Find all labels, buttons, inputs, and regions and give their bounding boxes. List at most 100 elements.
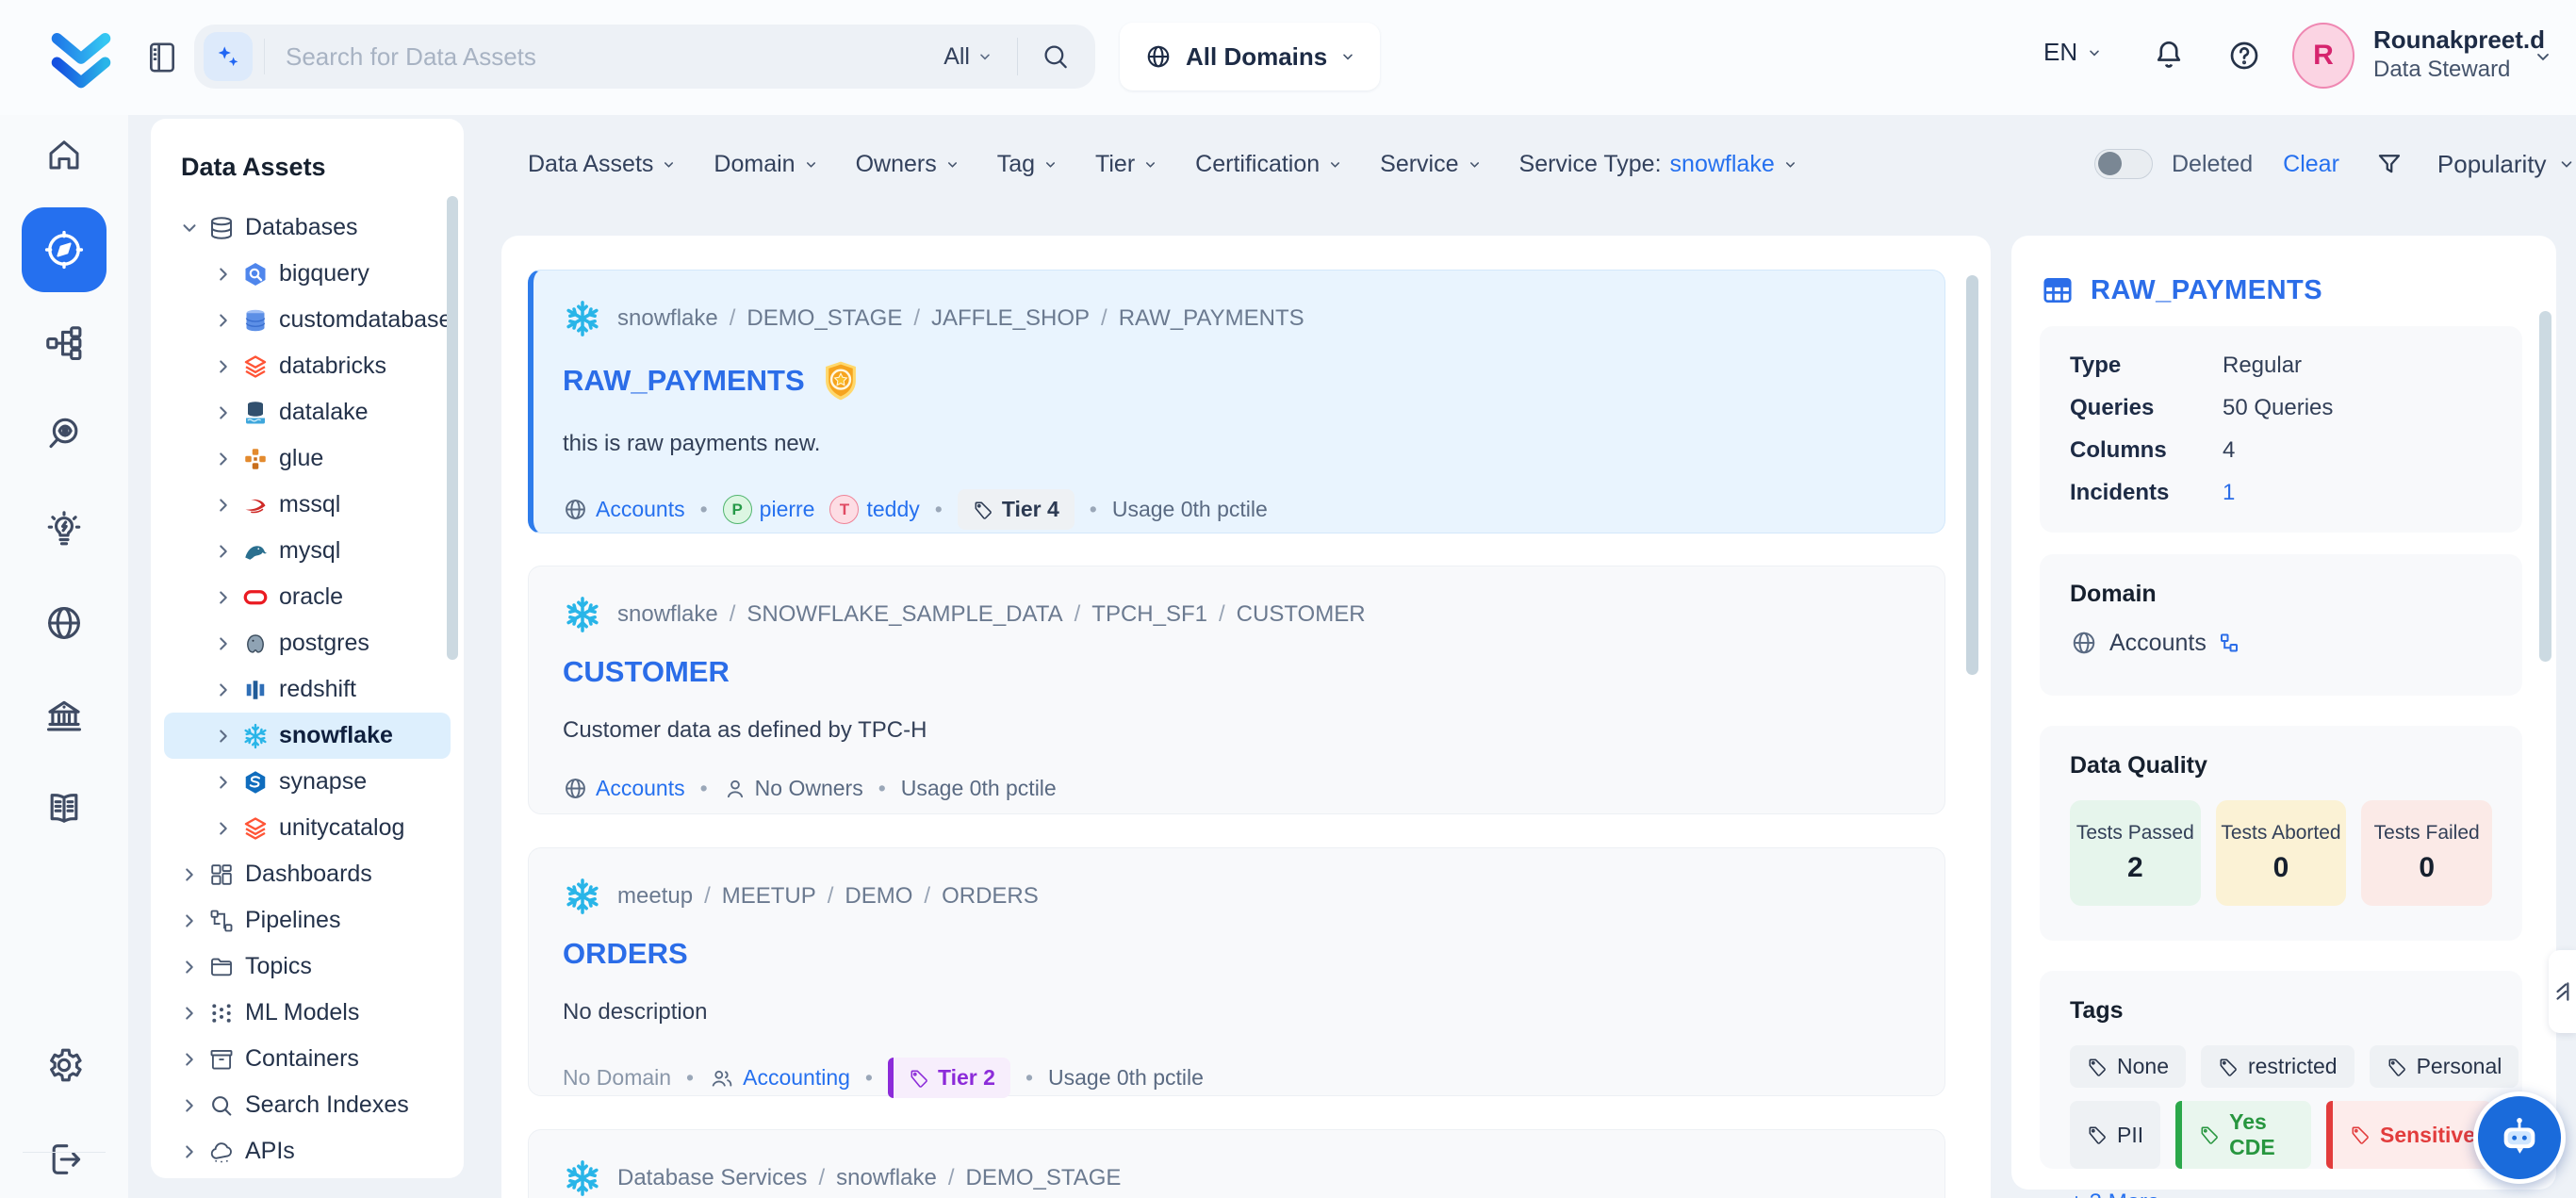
filter-dropdown-owners[interactable]: Owners: [856, 151, 960, 178]
caret-right-icon[interactable]: [179, 957, 204, 977]
caret-right-icon[interactable]: [179, 864, 204, 885]
breadcrumb-part[interactable]: snowflake: [617, 601, 718, 628]
caret-right-icon[interactable]: [213, 633, 238, 654]
result-card-customer[interactable]: snowflake/SNOWFLAKE_SAMPLE_DATA/TPCH_SF1…: [528, 566, 1945, 814]
filter-dropdown-data-assets[interactable]: Data Assets: [528, 151, 676, 178]
rail-observability-icon[interactable]: [43, 413, 85, 454]
asset-title-link[interactable]: ORDERS: [563, 937, 1911, 971]
caret-right-icon[interactable]: [213, 310, 238, 331]
ai-sparkles-icon[interactable]: [204, 32, 253, 81]
filter-dropdown-tier[interactable]: Tier: [1095, 151, 1157, 178]
breadcrumb-part[interactable]: ORDERS: [942, 883, 1039, 910]
sidebar-item-apis[interactable]: APIs: [164, 1128, 451, 1174]
caret-down-icon[interactable]: [179, 218, 204, 238]
filter-dropdown-domain[interactable]: Domain: [714, 151, 817, 178]
breadcrumb-part[interactable]: snowflake: [617, 305, 718, 332]
breadcrumb-part[interactable]: DEMO_STAGE: [747, 305, 902, 332]
caret-right-icon[interactable]: [179, 1003, 204, 1024]
rail-glossary-icon[interactable]: [43, 788, 85, 829]
card-owner-pierre[interactable]: Ppierre: [723, 495, 815, 524]
search-scope-dropdown[interactable]: All: [943, 43, 993, 71]
rail-logout-icon[interactable]: [43, 1139, 85, 1180]
breadcrumb-part[interactable]: DEMO_STAGE: [966, 1165, 1122, 1191]
tag-chip-personal[interactable]: Personal: [2370, 1045, 2519, 1088]
caret-right-icon[interactable]: [179, 1049, 204, 1070]
sidebar-collapse-icon[interactable]: [143, 38, 181, 77]
card-team-link[interactable]: Accounting: [709, 1065, 850, 1091]
sidebar-item-mssql[interactable]: mssql: [164, 482, 451, 528]
sidebar-item-oracle[interactable]: oracle: [164, 574, 451, 620]
domain-value[interactable]: Accounts: [2109, 630, 2207, 657]
sidebar-item-customdatabase[interactable]: customdatabase: [164, 297, 451, 343]
sidebar-item-search-indexes[interactable]: Search Indexes: [164, 1082, 451, 1128]
breadcrumb-part[interactable]: SNOWFLAKE_SAMPLE_DATA: [747, 601, 1062, 628]
language-selector[interactable]: EN: [2043, 38, 2102, 67]
collate-logo-icon[interactable]: [49, 25, 113, 90]
rail-governance-icon[interactable]: [43, 696, 85, 737]
breadcrumb-part[interactable]: DEMO: [845, 883, 912, 910]
search-icon[interactable]: [1041, 41, 1071, 72]
sidebar-item-postgres[interactable]: postgres: [164, 620, 451, 666]
global-search-bar[interactable]: Search for Data Assets All: [194, 25, 1095, 89]
breadcrumb-part[interactable]: snowflake: [836, 1165, 937, 1191]
caret-right-icon[interactable]: [179, 1141, 204, 1162]
sidebar-item-redshift[interactable]: redshift: [164, 666, 451, 713]
caret-right-icon[interactable]: [213, 495, 238, 516]
sidebar-item-synapse[interactable]: synapse: [164, 759, 451, 805]
results-scrollbar[interactable]: [1966, 275, 1978, 675]
caret-right-icon[interactable]: [213, 772, 238, 793]
help-icon[interactable]: [2226, 38, 2262, 74]
breadcrumb-part[interactable]: JAFFLE_SHOP: [931, 305, 1090, 332]
breadcrumb-part[interactable]: TPCH_SF1: [1091, 601, 1207, 628]
search-input[interactable]: Search for Data Assets: [286, 42, 943, 72]
sidebar-item-glue[interactable]: glue: [164, 435, 451, 482]
chevron-down-icon[interactable]: [2534, 47, 2552, 66]
caret-right-icon[interactable]: [179, 1095, 204, 1116]
result-card-raw-payments[interactable]: snowflake/DEMO_STAGE/JAFFLE_SHOP/RAW_PAY…: [528, 270, 1945, 533]
tag-chip-sensitive[interactable]: Sensitive: [2326, 1101, 2492, 1169]
sidebar-item-datalake[interactable]: datalake: [164, 389, 451, 435]
card-domain-link[interactable]: Accounts: [563, 497, 685, 522]
tag-chip-yes-cde[interactable]: Yes CDE: [2175, 1101, 2311, 1169]
sidebar-item-snowflake[interactable]: snowflake: [164, 713, 451, 759]
caret-right-icon[interactable]: [213, 402, 238, 423]
breadcrumb-part[interactable]: meetup: [617, 883, 693, 910]
details-title[interactable]: RAW_PAYMENTS: [2040, 273, 2322, 307]
tag-chip-pii[interactable]: PII: [2070, 1101, 2160, 1169]
result-card-orders[interactable]: meetup/MEETUP/DEMO/ORDERSORDERSNo descri…: [528, 847, 1945, 1096]
breadcrumb-part[interactable]: RAW_PAYMENTS: [1119, 305, 1304, 332]
info-value[interactable]: 1: [2223, 480, 2235, 506]
rail-domains-globe-icon[interactable]: [43, 602, 85, 644]
filter-dropdown-service-type[interactable]: Service Type:snowflake: [1519, 151, 1797, 178]
user-avatar[interactable]: R: [2292, 23, 2354, 89]
rail-home-icon[interactable]: [44, 135, 84, 174]
hierarchy-link-icon[interactable]: [2218, 632, 2240, 654]
sidebar-scrollbar[interactable]: [447, 196, 458, 660]
caret-right-icon[interactable]: [213, 818, 238, 839]
breadcrumb-part[interactable]: Database Services: [617, 1165, 807, 1191]
card-domain-link[interactable]: Accounts: [563, 776, 685, 801]
caret-right-icon[interactable]: [213, 264, 238, 285]
tag-chip-restricted[interactable]: restricted: [2201, 1045, 2354, 1088]
rail-insights-icon[interactable]: [43, 508, 85, 550]
notifications-bell-icon[interactable]: [2151, 36, 2187, 74]
caret-right-icon[interactable]: [213, 726, 238, 747]
rail-settings-gear-icon[interactable]: [43, 1044, 85, 1086]
breadcrumb-part[interactable]: MEETUP: [722, 883, 816, 910]
sidebar-item-databricks[interactable]: databricks: [164, 343, 451, 389]
sidebar-item-bigquery[interactable]: bigquery: [164, 251, 451, 297]
collapsed-panel-tab[interactable]: [2549, 950, 2576, 1033]
caret-right-icon[interactable]: [213, 449, 238, 469]
sidebar-item-topics[interactable]: Topics: [164, 944, 451, 990]
deleted-toggle[interactable]: [2094, 149, 2153, 179]
tier-chip[interactable]: Tier 2: [888, 1058, 1010, 1098]
sort-by-dropdown[interactable]: Popularity: [2437, 150, 2575, 179]
result-card-database-services-snowflake-demo-stage[interactable]: Database Services/snowflake/DEMO_STAGE: [528, 1129, 1945, 1198]
tags-more-link[interactable]: + 3 More: [2070, 1190, 2492, 1198]
tier-chip[interactable]: Tier 4: [958, 489, 1075, 530]
caret-right-icon[interactable]: [213, 356, 238, 377]
sidebar-item-ml-models[interactable]: ML Models: [164, 990, 451, 1036]
breadcrumb-part[interactable]: CUSTOMER: [1237, 601, 1366, 628]
all-domains-button[interactable]: All Domains: [1120, 23, 1380, 90]
sidebar-item-databases[interactable]: Databases: [164, 205, 451, 251]
